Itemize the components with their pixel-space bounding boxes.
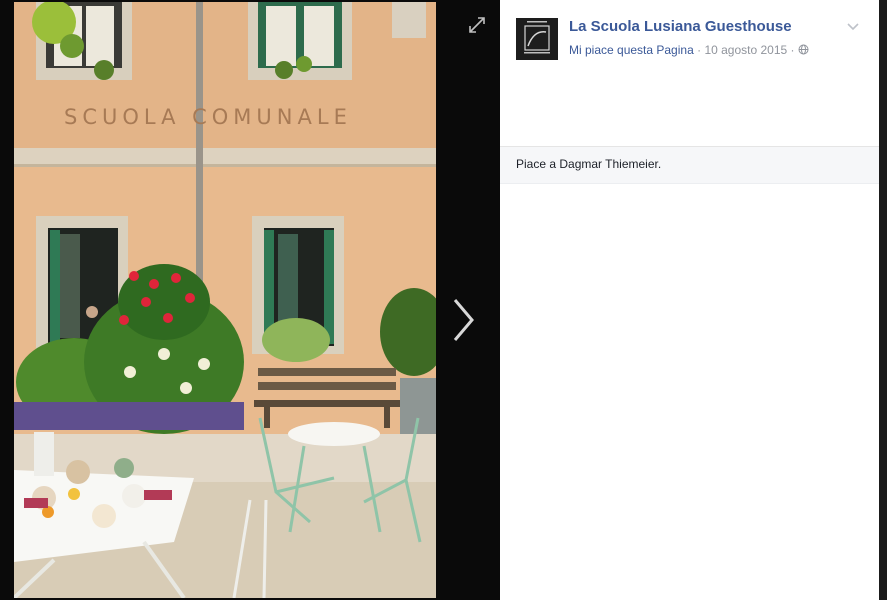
like-page-link[interactable]: Mi piace questa Pagina [569,43,694,57]
page-name-link[interactable]: La Scuola Lusiana Guesthouse [569,18,792,35]
meta-separator: · [697,43,702,57]
post-date[interactable]: 10 agosto 2015 [704,43,787,57]
chevron-right-icon [453,299,474,341]
guesthouse-photo: SCUOLA COMUNALE [14,2,436,598]
background-edge [879,0,887,600]
logo-icon [516,18,558,60]
globe-icon[interactable] [798,44,809,55]
page-avatar[interactable] [516,18,558,60]
post-sidebar: La Scuola Lusiana Guesthouse Mi piace qu… [500,0,879,600]
post-options-button[interactable] [846,20,860,34]
sign-text: SCUOLA COMUNALE [64,105,352,129]
photo-viewer: SCUOLA COMUNALE [0,0,500,600]
post-photo[interactable]: SCUOLA COMUNALE [14,2,436,598]
likes-summary[interactable]: Piace a Dagmar Thiemeier. [500,146,879,184]
post-meta: Mi piace questa Pagina · 10 agosto 2015 … [569,43,809,57]
meta-separator: · [790,43,795,57]
chevron-down-icon [847,23,859,31]
expand-icon[interactable] [468,16,486,34]
post-header: La Scuola Lusiana Guesthouse Mi piace qu… [500,0,879,146]
next-photo-button[interactable] [448,292,478,348]
